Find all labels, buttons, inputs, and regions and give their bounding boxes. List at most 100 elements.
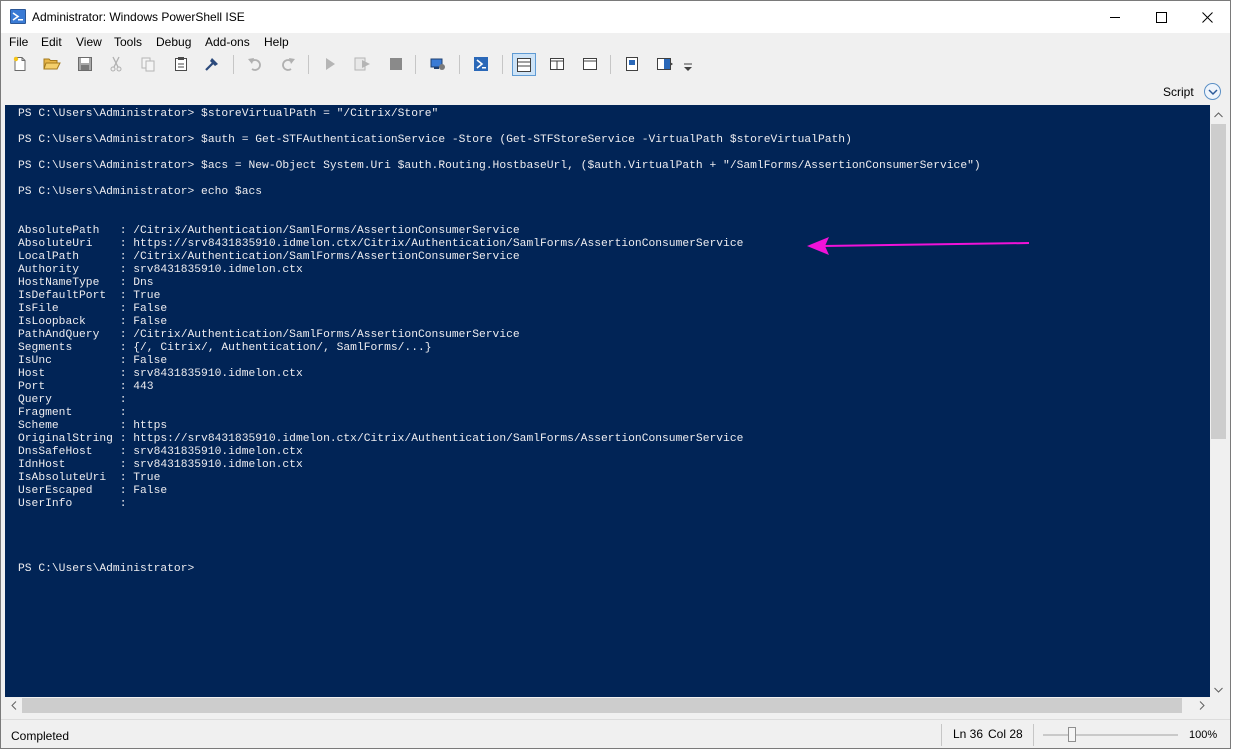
chevron-up-icon bbox=[1214, 107, 1223, 121]
console-line: PS C:\Users\Administrator> bbox=[18, 563, 195, 575]
title-bar[interactable]: Administrator: Windows PowerShell ISE bbox=[1, 1, 1230, 33]
zoom-level: 100% bbox=[1189, 729, 1218, 741]
menu-add-ons[interactable]: Add-ons bbox=[205, 35, 250, 49]
menu-bar: File Edit View Tools Debug Add-ons Help bbox=[1, 33, 1230, 52]
show-script-pane-top-button[interactable] bbox=[512, 53, 536, 76]
menu-tools[interactable]: Tools bbox=[114, 35, 142, 49]
script-pane-header: Script bbox=[1, 81, 1230, 103]
new-button[interactable] bbox=[9, 53, 31, 75]
toolbar bbox=[1, 52, 1230, 78]
console-line: HostNameType : Dns bbox=[18, 277, 154, 289]
show-command-window-button[interactable] bbox=[621, 53, 643, 75]
console-line: DnsSafeHost : srv8431835910.idmelon.ctx bbox=[18, 446, 303, 458]
maximize-button[interactable] bbox=[1138, 1, 1184, 33]
show-command-addon-button[interactable] bbox=[654, 53, 676, 75]
scroll-up-button[interactable] bbox=[1210, 105, 1227, 122]
powershell-ise-icon bbox=[10, 9, 26, 24]
open-button[interactable] bbox=[41, 53, 63, 75]
console-line: PathAndQuery : /Citrix/Authentication/Sa… bbox=[18, 329, 520, 341]
redo-button[interactable] bbox=[277, 53, 299, 75]
script-pane-label[interactable]: Script bbox=[1163, 85, 1194, 99]
menu-file[interactable]: File bbox=[9, 35, 28, 49]
vertical-scroll-thumb[interactable] bbox=[1211, 124, 1226, 439]
console-line: IsDefaultPort : True bbox=[18, 290, 161, 302]
run-script-button[interactable] bbox=[319, 53, 341, 75]
cut-button[interactable] bbox=[105, 53, 127, 75]
console-line: UserEscaped : False bbox=[18, 485, 168, 497]
toolbar-separator bbox=[502, 55, 503, 74]
toolbar-separator bbox=[459, 55, 460, 74]
status-line-number: Ln 36 bbox=[953, 727, 984, 741]
run-selection-button[interactable] bbox=[352, 53, 374, 75]
stop-button[interactable] bbox=[385, 53, 407, 75]
console-line: UserInfo : bbox=[18, 498, 127, 510]
cut-icon bbox=[108, 56, 124, 72]
clear-console-button[interactable] bbox=[201, 53, 223, 75]
show-script-pane-maximized-button[interactable] bbox=[579, 53, 601, 75]
run-selection-icon bbox=[354, 56, 372, 72]
horizontal-scroll-thumb[interactable] bbox=[22, 698, 1182, 713]
toolbar-separator bbox=[308, 55, 309, 74]
console-line: PS C:\Users\Administrator> echo $acs bbox=[18, 186, 263, 198]
menu-view[interactable]: View bbox=[76, 35, 102, 49]
save-button[interactable] bbox=[74, 53, 96, 75]
scroll-left-button[interactable] bbox=[5, 697, 22, 714]
toolbar-separator bbox=[233, 55, 234, 74]
console-line: Authority : srv8431835910.idmelon.ctx bbox=[18, 264, 303, 276]
status-text: Completed bbox=[11, 729, 70, 743]
undo-button[interactable] bbox=[244, 53, 266, 75]
close-button[interactable] bbox=[1184, 1, 1230, 33]
show-command-addon-icon bbox=[656, 56, 674, 72]
close-icon bbox=[1201, 11, 1213, 23]
status-separator bbox=[1033, 724, 1034, 746]
scroll-right-button[interactable] bbox=[1193, 697, 1210, 714]
toolbar-overflow-button[interactable] bbox=[683, 61, 693, 73]
copy-icon bbox=[140, 56, 156, 72]
scroll-down-button[interactable] bbox=[1210, 680, 1227, 697]
menu-debug[interactable]: Debug bbox=[156, 35, 191, 49]
menu-edit[interactable]: Edit bbox=[41, 35, 62, 49]
undo-icon bbox=[247, 56, 263, 72]
open-folder-icon bbox=[43, 56, 61, 72]
chevron-down-icon bbox=[1214, 682, 1223, 696]
minimize-icon bbox=[1109, 12, 1121, 23]
new-remote-powershell-tab-button[interactable] bbox=[427, 53, 449, 75]
console-line: IsUnc : False bbox=[18, 355, 168, 367]
zoom-slider-track[interactable] bbox=[1043, 734, 1178, 736]
show-command-window-icon bbox=[624, 56, 640, 72]
start-powershell-button[interactable] bbox=[470, 53, 492, 75]
window-title: Administrator: Windows PowerShell ISE bbox=[32, 10, 245, 24]
show-script-top-icon bbox=[516, 57, 532, 73]
annotation-arrow bbox=[807, 237, 1030, 255]
clear-console-icon bbox=[204, 56, 220, 72]
paste-button[interactable] bbox=[170, 53, 192, 75]
console-horizontal-scrollbar[interactable] bbox=[5, 697, 1210, 714]
console-vertical-scrollbar[interactable] bbox=[1210, 105, 1227, 697]
console-line: Scheme : https bbox=[18, 420, 168, 432]
powershell-ise-window: Administrator: Windows PowerShell ISE Fi… bbox=[0, 0, 1231, 749]
minimize-button[interactable] bbox=[1092, 1, 1138, 33]
maximize-icon bbox=[1155, 11, 1167, 23]
zoom-slider-thumb[interactable] bbox=[1068, 727, 1076, 742]
show-script-pane-button[interactable] bbox=[1204, 83, 1221, 100]
show-script-pane-right-button[interactable] bbox=[546, 53, 568, 75]
console-pane[interactable]: PS C:\Users\Administrator> $storeVirtual… bbox=[5, 105, 1210, 697]
stop-icon bbox=[388, 56, 404, 72]
copy-button[interactable] bbox=[137, 53, 159, 75]
show-script-right-icon bbox=[549, 56, 565, 72]
console-line: OriginalString : https://srv8431835910.i… bbox=[18, 433, 744, 445]
console-line: IdnHost : srv8431835910.idmelon.ctx bbox=[18, 459, 303, 471]
status-bar: Completed Ln 36 Col 28 100% bbox=[1, 719, 1230, 748]
console-line: Query : bbox=[18, 394, 127, 406]
chevron-left-icon bbox=[10, 699, 17, 713]
console-line: IsAbsoluteUri : True bbox=[18, 472, 161, 484]
paste-icon bbox=[173, 56, 189, 72]
menu-help[interactable]: Help bbox=[264, 35, 289, 49]
